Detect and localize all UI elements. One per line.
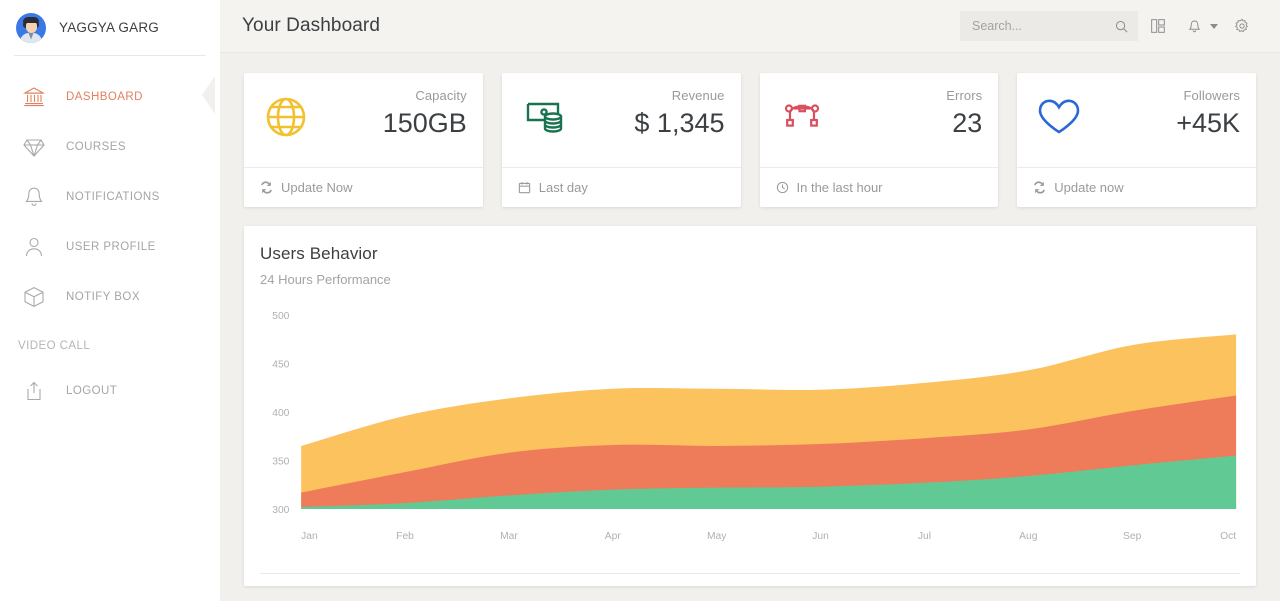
sidebar-item-dashboard[interactable]: DASHBOARD (0, 72, 220, 122)
dashboard-app: YAGGYA GARG DASHBOARD COURSES NOTIFICATI… (0, 0, 1280, 601)
sidebar-section-video-call: VIDEO CALL (18, 340, 91, 352)
sidebar-brand[interactable]: YAGGYA GARG (0, 0, 220, 55)
x-axis-tick: May (707, 531, 727, 542)
sidebar-item-notifications[interactable]: NOTIFICATIONS (0, 172, 220, 222)
clock-icon (776, 181, 789, 194)
chart-footer-divider (260, 573, 1240, 574)
x-axis-tick: Aug (1019, 531, 1038, 542)
stat-card-label: Errors (946, 88, 983, 103)
page-title: Your Dashboard (242, 15, 381, 36)
x-axis-tick: Feb (396, 531, 414, 542)
chart-subtitle: 24 Hours Performance (260, 272, 391, 287)
stat-card-errors: Errors 23 In the last hour (759, 73, 999, 207)
sidebar-item-notify-box[interactable]: NOTIFY BOX (0, 272, 220, 322)
sidebar-item-courses[interactable]: COURSES (0, 122, 220, 172)
sidebar-item-user-profile[interactable]: USER PROFILE (0, 222, 220, 272)
bezier-path-icon (776, 91, 828, 143)
brand-name: YAGGYA GARG (59, 20, 159, 35)
diamond-icon (22, 135, 46, 159)
x-axis-tick: Jun (812, 531, 829, 542)
stat-card-label: Capacity (415, 88, 467, 103)
refresh-icon (260, 181, 273, 194)
sidebar-item-logout[interactable]: LOGOUT (0, 366, 220, 416)
avatar (16, 12, 46, 43)
chart-title: Users Behavior (260, 244, 378, 263)
sidebar-item-label: LOGOUT (66, 385, 118, 397)
stat-card-value: +45K (1176, 108, 1240, 138)
x-axis-tick: Sep (1123, 531, 1142, 542)
search-input[interactable] (972, 19, 1112, 33)
globe-icon (260, 91, 312, 143)
sidebar-divider (14, 55, 206, 56)
main-area: Your Dashboard Search... Capacity 150GB … (220, 0, 1280, 601)
stat-card-footer-label: In the last hour (796, 180, 883, 195)
stat-card-footer-label: Update Now (281, 180, 353, 195)
stat-cards-row: Capacity 150GB Update Now Revenue $ 1,34… (244, 73, 1256, 207)
grid-dashboard-icon[interactable] (1142, 10, 1174, 42)
x-axis-tick: Jan (301, 531, 318, 542)
users-behavior-chart[interactable]: 300 350 400 450 500 Jan Feb Mar Apr May Jun Jul Aug S… (260, 299, 1240, 551)
sidebar-item-label: NOTIFY BOX (66, 291, 140, 303)
x-axis-tick: Mar (500, 531, 518, 542)
y-axis-tick: 300 (272, 505, 289, 516)
y-axis-tick: 400 (272, 408, 289, 419)
stat-card-footer-label: Update now (1054, 180, 1124, 195)
y-axis-tick: 350 (272, 456, 289, 467)
sidebar: YAGGYA GARG DASHBOARD COURSES NOTIFICATI… (0, 0, 220, 601)
stat-card-footer[interactable]: In the last hour (776, 168, 983, 207)
sidebar-item-label: COURSES (66, 141, 127, 153)
money-stack-icon (518, 91, 570, 143)
x-axis-tick: Apr (605, 531, 622, 542)
stat-card-value: 23 (952, 108, 983, 138)
sidebar-item-label: USER PROFILE (66, 241, 156, 253)
bell-icon (22, 185, 46, 209)
topbar: Your Dashboard (220, 0, 1280, 53)
y-axis-tick: 500 (272, 311, 289, 322)
stat-card-footer[interactable]: Last day (518, 168, 725, 207)
calendar-icon (518, 181, 531, 194)
users-behavior-card: Users Behavior 24 Hours Performance 300 3… (244, 226, 1256, 586)
x-axis-tick: Oct (1220, 531, 1236, 542)
stat-card-footer[interactable]: Update now (1033, 168, 1240, 207)
box-icon (22, 285, 46, 309)
stat-card-revenue: Revenue $ 1,345 Last day (501, 73, 741, 207)
search-icon[interactable] (1112, 15, 1130, 37)
content: Capacity 150GB Update Now Revenue $ 1,34… (220, 53, 1280, 601)
stat-card-label: Revenue (671, 88, 725, 103)
stat-card-value: 150GB (382, 108, 467, 138)
stat-card-label: Followers (1183, 88, 1240, 103)
sidebar-nav: DASHBOARD COURSES NOTIFICATIONS USER PRO… (0, 55, 220, 416)
heart-icon (1033, 91, 1085, 143)
area-chart-svg: 300 350 400 450 500 Jan Feb Mar Apr May Jun Jul Aug S… (272, 311, 1236, 542)
bank-icon (22, 85, 46, 109)
gear-icon[interactable] (1226, 10, 1258, 42)
stat-card-footer[interactable]: Update Now (260, 168, 467, 207)
chevron-down-icon[interactable] (1210, 23, 1218, 29)
sidebar-item-label: NOTIFICATIONS (66, 191, 160, 203)
stat-card-capacity: Capacity 150GB Update Now (244, 73, 483, 207)
search-box[interactable] (960, 11, 1138, 41)
stat-card-footer-label: Last day (538, 180, 588, 195)
x-axis-tick: Jul (918, 531, 931, 542)
stat-card-followers: Followers +45K Update now (1017, 73, 1256, 207)
logout-icon (22, 379, 46, 403)
stat-card-value: $ 1,345 (634, 108, 725, 138)
bell-icon[interactable] (1178, 10, 1210, 42)
sidebar-item-label: DASHBOARD (66, 91, 143, 103)
topbar-actions (960, 10, 1258, 42)
refresh-icon (1033, 181, 1046, 194)
y-axis-tick: 450 (272, 359, 289, 370)
person-icon (22, 235, 46, 259)
